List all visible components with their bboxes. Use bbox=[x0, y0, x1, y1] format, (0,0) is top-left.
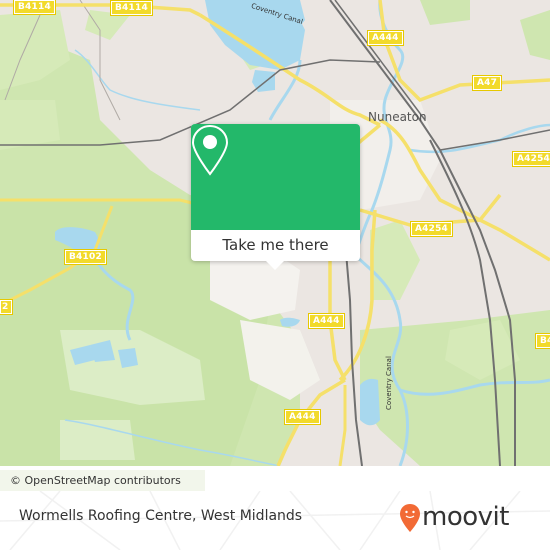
place-title: Wormells Roofing Centre, West Midlands bbox=[19, 508, 303, 524]
popup-tail bbox=[266, 261, 284, 270]
map-pin-icon bbox=[191, 124, 229, 176]
moovit-logo[interactable]: moovit bbox=[399, 500, 539, 536]
location-popup: Take me there bbox=[191, 124, 360, 270]
popup-header bbox=[191, 124, 360, 230]
road-label-b4102-edge: 2 bbox=[0, 299, 14, 315]
take-me-there-button[interactable]: Take me there bbox=[191, 230, 360, 261]
water-label-coventry-canal: Coventry Canal bbox=[385, 356, 393, 410]
road-label-a444: A444 bbox=[367, 30, 404, 46]
road-label-a444: A444 bbox=[308, 313, 345, 329]
moovit-wordmark: moovit bbox=[422, 502, 509, 532]
moovit-smiley-pin-icon bbox=[400, 504, 420, 532]
road-label-b4102: B4102 bbox=[64, 249, 107, 265]
road-label-a444: A444 bbox=[284, 409, 321, 425]
road-label-b4114: B4114 bbox=[13, 0, 56, 15]
road-label-a4254: A4254 bbox=[409, 221, 454, 237]
road-label-a47: A47 bbox=[471, 75, 503, 91]
road-label-b4114: B4114 bbox=[110, 0, 153, 16]
map-view[interactable]: Nuneaton Coventry Canal Coventry Canal B… bbox=[0, 0, 550, 466]
road-label-a4254: A4254 bbox=[511, 151, 550, 167]
road-label-b4-edge: B4 bbox=[535, 333, 550, 349]
place-label-nuneaton: Nuneaton bbox=[368, 110, 427, 124]
